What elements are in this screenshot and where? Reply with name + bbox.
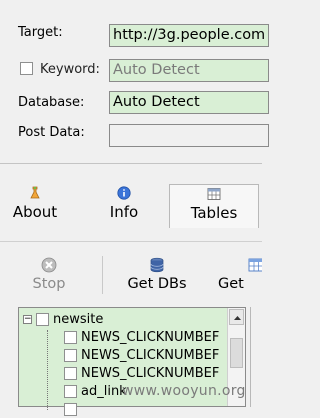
arrow-up-icon [234, 316, 241, 320]
scroll-thumb[interactable] [230, 338, 243, 368]
tree-item-label: NEWS_CLICKNUMBEF [81, 329, 220, 345]
tab-about[interactable]: About [6, 186, 64, 226]
tree-item[interactable]: NEWS_CLICKNUMBEF [64, 346, 219, 364]
database-icon [149, 257, 165, 273]
tree-item-label: ad_link [81, 383, 127, 399]
tree-item[interactable]: NEWS_CLICKNUMBEF [64, 328, 219, 346]
tab-info[interactable]: Info [96, 186, 152, 226]
tree-item-checkbox[interactable] [64, 330, 77, 344]
tab-tables-label: Tables [190, 204, 238, 222]
tree-item[interactable]: NEWS_CLICKNUMBEF [64, 364, 219, 382]
table-icon [248, 257, 262, 273]
tree-connector [47, 330, 49, 410]
postdata-input[interactable] [109, 124, 269, 147]
tab-tables[interactable]: Tables [169, 184, 259, 228]
get-tables-label: Get Ta [218, 276, 244, 293]
keyword-input[interactable]: Auto Detect [109, 59, 269, 82]
get-dbs-label: Get DBs [127, 276, 187, 292]
database-select[interactable]: Auto Detect [109, 91, 269, 114]
panel-edge [250, 307, 251, 407]
grid-icon [207, 187, 221, 201]
tree-item[interactable]: ad_link [64, 382, 127, 400]
scroll-up-button[interactable] [229, 309, 244, 325]
get-dbs-button[interactable]: Get DBs [124, 257, 190, 293]
flask-icon [28, 186, 42, 200]
keyword-label: Keyword: [40, 62, 100, 77]
target-input[interactable]: http://3g.people.com [109, 24, 269, 47]
tree-item-checkbox[interactable] [64, 366, 77, 380]
keyword-checkbox[interactable] [20, 62, 33, 75]
divider [0, 241, 262, 242]
tree-item-checkbox[interactable] [64, 384, 77, 398]
tree-item-label: NEWS_CLICKNUMBEF [81, 347, 220, 363]
tree-item-checkbox[interactable] [64, 348, 77, 362]
toolbar-separator [102, 256, 103, 294]
divider [0, 163, 262, 164]
database-label: Database: [18, 95, 85, 110]
tree-item-label: NEWS_CLICKNUMBEF [81, 365, 220, 381]
stop-button[interactable]: Stop [22, 257, 76, 293]
stop-icon [41, 257, 57, 273]
tab-about-label: About [12, 203, 58, 221]
watermark: www.wooyun.org [122, 383, 246, 399]
tree-item-checkbox[interactable] [64, 402, 77, 416]
tab-info-label: Info [109, 203, 139, 221]
tree-item[interactable] [64, 400, 81, 418]
tree-root-checkbox[interactable] [36, 312, 49, 326]
tree-root-label: newsite [53, 311, 104, 327]
collapse-icon[interactable]: − [23, 314, 32, 324]
info-icon [117, 186, 131, 200]
postdata-label: Post Data: [18, 125, 85, 140]
get-tables-button[interactable]: Get Ta [212, 257, 262, 293]
stop-label: Stop [32, 276, 66, 292]
target-label: Target: [18, 25, 63, 40]
tree-root[interactable]: − newsite [23, 310, 103, 328]
